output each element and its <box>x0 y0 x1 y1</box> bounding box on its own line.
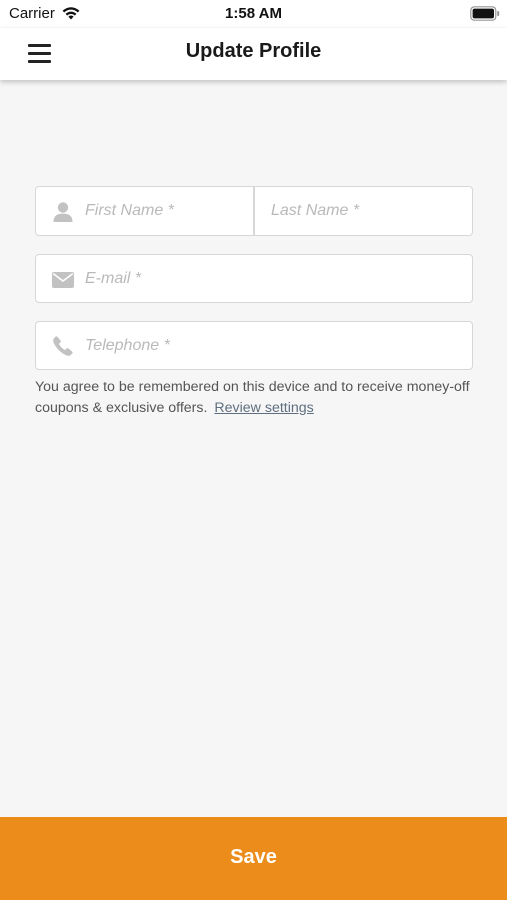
page-title: Update Profile <box>185 40 322 62</box>
name-fields-group <box>35 186 473 236</box>
envelope-icon <box>52 272 74 288</box>
navigation-bar: Update Profile <box>0 28 507 80</box>
review-settings-link[interactable]: Review settings <box>214 400 313 416</box>
save-button[interactable]: Save <box>0 817 507 900</box>
telephone-input[interactable] <box>85 322 455 369</box>
last-name-input[interactable] <box>271 187 461 235</box>
person-icon <box>53 202 73 222</box>
email-field <box>35 254 473 303</box>
name-divider <box>253 187 255 235</box>
telephone-field <box>35 321 473 370</box>
battery-icon <box>470 6 500 21</box>
phone-icon <box>53 336 73 356</box>
consent-notice: You agree to be remembered on this devic… <box>35 377 475 419</box>
first-name-input[interactable] <box>85 187 245 235</box>
status-bar: Carrier 1:58 AM <box>0 0 507 28</box>
email-input[interactable] <box>85 255 455 302</box>
clock-label: 1:58 AM <box>225 5 282 22</box>
